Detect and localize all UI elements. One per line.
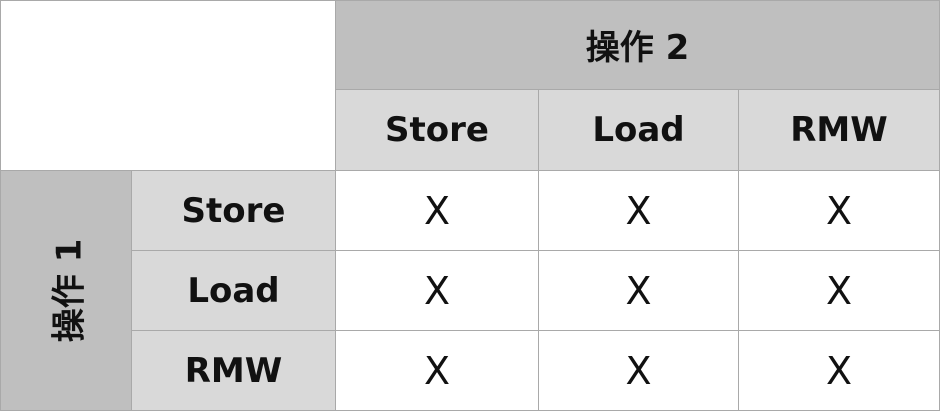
cell-mark: X [625, 348, 652, 393]
cell-mark: X [825, 188, 853, 233]
column-label: RMW [790, 110, 888, 150]
table-cell: X [539, 251, 739, 331]
table-cell: X [539, 171, 739, 251]
table-cell: X [539, 331, 739, 411]
row-label: Load [187, 270, 280, 311]
cell-mark: X [423, 188, 451, 233]
cell-mark: X [625, 188, 652, 233]
table-cell: X [336, 331, 539, 411]
cell-mark: X [825, 348, 853, 393]
column-label: Store [385, 110, 489, 150]
table-cell: X [336, 171, 539, 251]
column-header-store: Store [336, 90, 539, 171]
row-label: Store [181, 190, 286, 231]
corner-blank [0, 0, 336, 171]
cell-mark: X [423, 348, 451, 393]
table-cell: X [739, 171, 940, 251]
cell-mark: X [423, 268, 451, 313]
operation-1-label: 操作 1 [49, 238, 89, 343]
operation-2-header: 操作 2 [336, 0, 940, 90]
cell-mark: X [625, 268, 652, 313]
table-cell: X [336, 251, 539, 331]
table-cell: X [739, 251, 940, 331]
row-header-store: Store [132, 171, 336, 251]
row-label: RMW [184, 350, 283, 391]
column-header-rmw: RMW [739, 90, 940, 171]
column-header-load: Load [539, 90, 739, 171]
cell-mark: X [825, 268, 853, 313]
operation-2-label: 操作 2 [585, 28, 690, 68]
row-header-rmw: RMW [132, 331, 336, 411]
ordering-table: 操作 2 Store Load RMW 操作 1 Store Load RMW … [0, 0, 940, 411]
row-header-load: Load [132, 251, 336, 331]
column-label: Load [592, 110, 685, 150]
operation-1-header: 操作 1 [0, 171, 132, 411]
table-cell: X [739, 331, 940, 411]
